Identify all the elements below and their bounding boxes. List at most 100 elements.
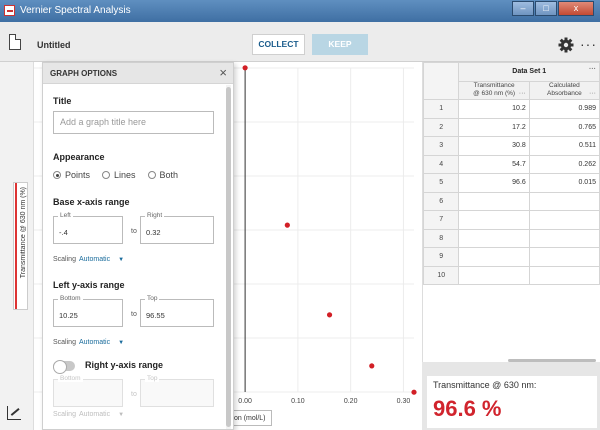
column-header-transmittance[interactable]: Transmittance @ 630 nm (%) ···	[458, 80, 530, 100]
close-window-button[interactable]: x	[558, 1, 594, 16]
window-title-bar: Vernier Spectral Analysis – □ x	[0, 0, 600, 22]
transmittance-cell[interactable]: 10.2	[458, 99, 530, 119]
column-menu-icon[interactable]: ···	[589, 90, 596, 98]
dataset-header[interactable]: Data Set 1 ···	[458, 62, 600, 82]
field-label: Left	[58, 212, 73, 219]
table-row[interactable]: 4 54.7 0.262	[422, 154, 600, 174]
column-header-absorbance[interactable]: Calculated Absorbance ···	[528, 80, 600, 100]
scrollbar-thumb[interactable]	[226, 87, 231, 427]
table-row[interactable]: 5 96.6 0.015	[422, 173, 600, 193]
y-axis-label: Transmittance @ 630 nm (%)	[20, 187, 27, 279]
table-row[interactable]: 2 17.2 0.765	[422, 117, 600, 137]
transmittance-cell[interactable]: 30.8	[458, 136, 530, 156]
transmittance-cell[interactable]: 54.7	[458, 154, 530, 174]
right-y-axis-toggle[interactable]	[53, 360, 75, 374]
radio-dot-checked	[53, 171, 61, 179]
row-number: 1	[422, 99, 460, 119]
table-row[interactable]: 8	[422, 228, 600, 248]
radio-points[interactable]: Points	[53, 170, 90, 180]
graph-tools-icon[interactable]	[7, 406, 21, 420]
scaling-value: Automatic	[78, 411, 111, 418]
row-number: 8	[422, 228, 460, 248]
workspace: Transmittance @ 630 nm (%) 0.00 0.10 0.20 0…	[0, 62, 600, 430]
x-tick-label: 0.00	[238, 398, 252, 405]
base-x-range-heading: Base x-axis range	[53, 197, 130, 207]
right-y-top-field[interactable]: Top	[140, 375, 214, 407]
absorbance-cell[interactable]: 0.262	[528, 154, 600, 174]
transmittance-cell[interactable]: 17.2	[458, 117, 530, 137]
absorbance-cell[interactable]	[528, 191, 600, 211]
absorbance-cell[interactable]: 0.511	[528, 136, 600, 156]
absorbance-cell[interactable]	[528, 210, 600, 230]
scaling-label: Scaling	[53, 256, 76, 263]
dropdown-caret-icon: ▼	[118, 412, 125, 418]
dataset-menu-icon[interactable]: ···	[589, 66, 596, 73]
left-y-range-heading: Left y-axis range	[53, 280, 125, 290]
table-row[interactable]: 3 30.8 0.511	[422, 136, 600, 156]
transmittance-cell[interactable]	[458, 210, 530, 230]
row-number: 9	[422, 247, 460, 267]
scaling-label: Scaling	[53, 339, 76, 346]
table-row[interactable]: 10	[422, 265, 600, 285]
x-axis-label-button[interactable]: on (mol/L)	[228, 410, 272, 426]
series-color-bar	[15, 183, 17, 309]
collect-button[interactable]: COLLECT	[252, 34, 305, 55]
column-menu-icon[interactable]: ···	[519, 90, 526, 98]
document-title[interactable]: Untitled	[37, 40, 71, 50]
absorbance-cell[interactable]: 0.989	[528, 99, 600, 119]
field-label: Top	[145, 375, 160, 382]
table-row[interactable]: 1 10.2 0.989	[422, 99, 600, 119]
data-point	[369, 363, 375, 369]
right-y-scaling-select[interactable]: Scaling Automatic ▼	[53, 411, 124, 418]
graph-title-input[interactable]: Add a graph title here	[53, 111, 214, 134]
radio-both[interactable]: Both	[147, 170, 178, 180]
graph-options-panel: GRAPH OPTIONS × Title Add a graph title …	[42, 62, 234, 430]
maximize-button[interactable]: □	[535, 1, 557, 16]
panel-scrollbar[interactable]	[226, 85, 231, 429]
right-y-range-heading: Right y-axis range	[85, 360, 164, 370]
absorbance-cell[interactable]	[528, 228, 600, 248]
radio-lines[interactable]: Lines	[102, 170, 136, 180]
table-row[interactable]: 7	[422, 210, 600, 230]
table-row[interactable]: 9	[422, 247, 600, 267]
transmittance-cell[interactable]	[458, 247, 530, 267]
absorbance-cell[interactable]: 0.015	[528, 173, 600, 193]
toolbar: Untitled COLLECT KEEP ···	[0, 22, 600, 62]
transmittance-cell[interactable]	[458, 228, 530, 248]
scaling-label: Scaling	[53, 411, 76, 418]
x-left-field[interactable]: Left -.4	[53, 212, 123, 244]
y-axis-label-button[interactable]: Transmittance @ 630 nm (%)	[13, 182, 28, 310]
y-scaling-select[interactable]: Scaling Automatic ▼	[53, 339, 124, 346]
data-table-panel: Data Set 1 ··· Transmittance @ 630 nm (%…	[422, 62, 600, 362]
meter-panel: Transmittance @ 630 nm: 96.6 %	[427, 376, 597, 428]
more-options-icon[interactable]: ···	[580, 36, 597, 52]
table-row[interactable]: 6	[422, 191, 600, 211]
transmittance-cell[interactable]	[458, 191, 530, 211]
row-number: 3	[422, 136, 460, 156]
appearance-heading: Appearance	[53, 152, 105, 162]
transmittance-cell[interactable]	[458, 265, 530, 285]
minimize-button[interactable]: –	[512, 1, 534, 16]
meter-value: 96.6 %	[433, 396, 502, 421]
row-number: 6	[422, 191, 460, 211]
transmittance-cell[interactable]: 96.6	[458, 173, 530, 193]
table-horizontal-scrollbar[interactable]	[508, 359, 596, 362]
y-top-field[interactable]: Top 96.55	[140, 295, 214, 327]
radio-label: Points	[65, 170, 91, 180]
close-icon[interactable]: ×	[219, 65, 227, 80]
field-value: -.4	[59, 228, 68, 237]
absorbance-cell[interactable]	[528, 265, 600, 285]
dropdown-caret-icon: ▼	[118, 257, 125, 263]
right-y-bottom-field[interactable]: Bottom	[53, 375, 123, 407]
absorbance-cell[interactable]: 0.765	[528, 117, 600, 137]
y-bottom-field[interactable]: Bottom 10.25	[53, 295, 123, 327]
row-number: 5	[422, 173, 460, 193]
scaling-value: Automatic	[78, 339, 111, 346]
gear-icon[interactable]	[558, 37, 574, 53]
x-right-field[interactable]: Right 0.32	[140, 212, 214, 244]
keep-button[interactable]: KEEP	[312, 34, 368, 55]
data-point	[284, 222, 290, 228]
x-scaling-select[interactable]: Scaling Automatic ▼	[53, 256, 124, 263]
absorbance-cell[interactable]	[528, 247, 600, 267]
file-icon[interactable]	[9, 34, 21, 50]
